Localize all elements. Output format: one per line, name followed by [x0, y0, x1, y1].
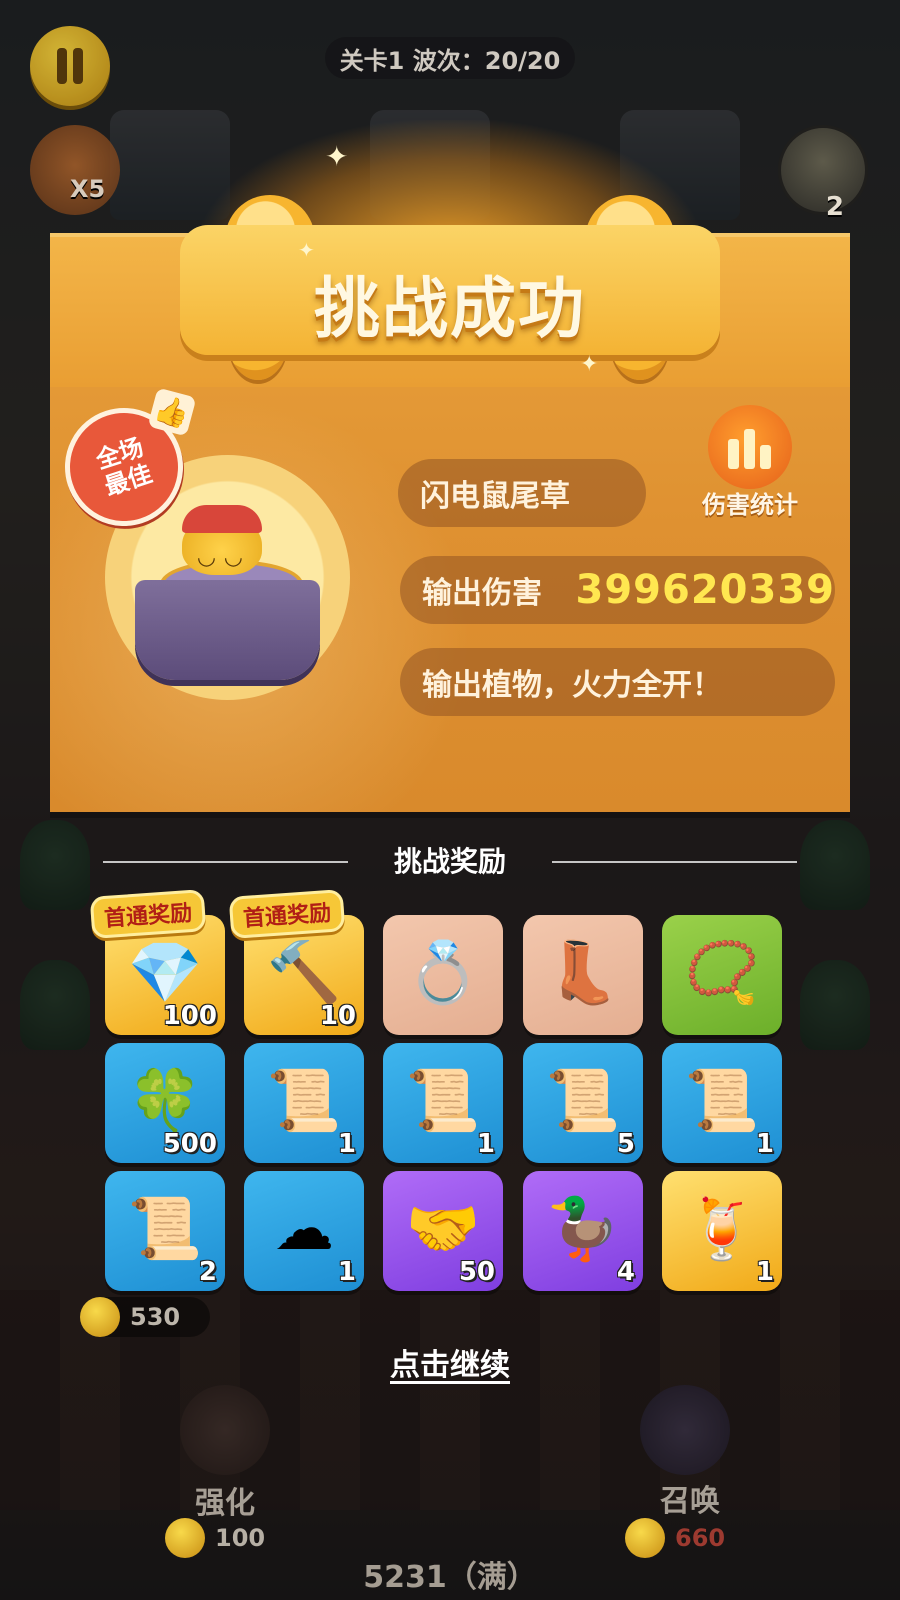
- reward-item[interactable]: 📜 1: [383, 1043, 503, 1163]
- reward-item[interactable]: 📜 1: [662, 1043, 782, 1163]
- reward-quantity: 1: [337, 1129, 356, 1159]
- reward-quantity: 4: [616, 1257, 635, 1287]
- amulet-scroll-icon: 📜: [127, 1193, 203, 1264]
- pause-icon-bar: [73, 48, 83, 84]
- plant-face: ◡◡: [198, 545, 252, 570]
- helmet-scroll-icon: 📜: [266, 1065, 342, 1136]
- red-gem-icon: 💎: [127, 937, 203, 1008]
- reward-item[interactable]: 🍀 500: [105, 1043, 225, 1163]
- plant-pot: [135, 580, 320, 680]
- first-clear-tag: 首通奖励: [228, 889, 346, 939]
- reward-quantity: 2: [198, 1257, 217, 1287]
- reward-item[interactable]: 📜 5: [523, 1043, 643, 1163]
- divider: [552, 861, 797, 863]
- sparkle-icon: ✦: [298, 238, 315, 262]
- damage-stats-button[interactable]: 伤害统计: [690, 405, 810, 520]
- coin-icon: [80, 1297, 120, 1337]
- reward-item[interactable]: 🤝 50: [383, 1171, 503, 1291]
- damage-row: 输出伤害 399620339: [400, 556, 835, 624]
- rewards-title: 挑战奖励: [393, 845, 506, 878]
- sword-scroll-icon: 📜: [545, 1065, 621, 1136]
- sparkle-icon: ✦: [580, 352, 599, 377]
- pause-icon: [57, 48, 67, 84]
- reward-quantity: 1: [476, 1129, 495, 1159]
- reward-item[interactable]: 📿: [662, 915, 782, 1035]
- reward-quantity: 500: [162, 1129, 217, 1159]
- damage-label: 输出伤害: [422, 576, 542, 611]
- level-wave-indicator: 关卡1 波次：20/20: [325, 37, 575, 79]
- plant-name: 闪电鼠尾草: [398, 459, 646, 527]
- clover-coin-icon: 🍀: [127, 1065, 203, 1136]
- armor-scroll-icon: 📜: [405, 1065, 481, 1136]
- damage-stats-label: 伤害统计: [702, 491, 798, 519]
- reward-item[interactable]: 📜 2: [105, 1171, 225, 1291]
- damage-value: 399620339: [575, 567, 835, 613]
- hero-slot-button[interactable]: [778, 125, 868, 215]
- reward-quantity: 5: [616, 1129, 635, 1159]
- reward-item[interactable]: 💍: [383, 915, 503, 1035]
- first-clear-tag: 首通奖励: [89, 889, 207, 939]
- plant-quote-label: 输出植物，火力全开！: [422, 668, 722, 703]
- mvp-badge-label: 全场最佳: [92, 432, 156, 502]
- rubber-duck-icon: 🦆: [545, 1193, 621, 1264]
- tap-to-continue[interactable]: 点击继续: [0, 1340, 900, 1384]
- handshake-medal-icon: 🤝: [405, 1193, 481, 1264]
- hammer-icon: 🔨: [266, 937, 342, 1008]
- plant-name-label: 闪电鼠尾草: [420, 479, 570, 514]
- amulet-icon: 📿: [684, 937, 760, 1008]
- summon-button[interactable]: 召唤: [660, 1476, 720, 1520]
- reward-quantity: 10: [319, 1001, 356, 1031]
- hero-count: 2: [825, 192, 844, 222]
- reward-quantity: 1: [337, 1257, 356, 1287]
- drink-icon: 🍹: [684, 1193, 760, 1264]
- reward-quantity: 100: [162, 1001, 217, 1031]
- sparkle-icon: ✦: [325, 140, 349, 173]
- reward-item[interactable]: ☁ 1: [244, 1171, 364, 1291]
- reward-quantity: 1: [755, 1257, 774, 1287]
- coin-counter: 530: [80, 1297, 210, 1337]
- bottom-status: 5231（满）: [363, 1560, 537, 1595]
- result-title: 挑战成功: [314, 270, 586, 347]
- plant-quote: 输出植物，火力全开！: [400, 648, 835, 716]
- reward-item[interactable]: 🦆 4: [523, 1171, 643, 1291]
- plant-hat: [182, 505, 262, 533]
- reward-quantity: 50: [458, 1257, 495, 1287]
- coin-amount: 530: [130, 1303, 181, 1331]
- reward-item[interactable]: 👢: [523, 915, 643, 1035]
- ring-icon: 💍: [405, 937, 481, 1008]
- reward-item[interactable]: 🍹 1: [662, 1171, 782, 1291]
- upgrade-button[interactable]: 强化: [195, 1478, 255, 1522]
- boots-icon: 👢: [545, 937, 621, 1008]
- ring-scroll-icon: 📜: [684, 1065, 760, 1136]
- reward-item[interactable]: 📜 1: [244, 1043, 364, 1163]
- reward-quantity: 1: [755, 1129, 774, 1159]
- cloud-icon: ☁: [274, 1193, 334, 1264]
- pause-button[interactable]: [30, 26, 110, 106]
- speed-multiplier: X5: [70, 175, 106, 203]
